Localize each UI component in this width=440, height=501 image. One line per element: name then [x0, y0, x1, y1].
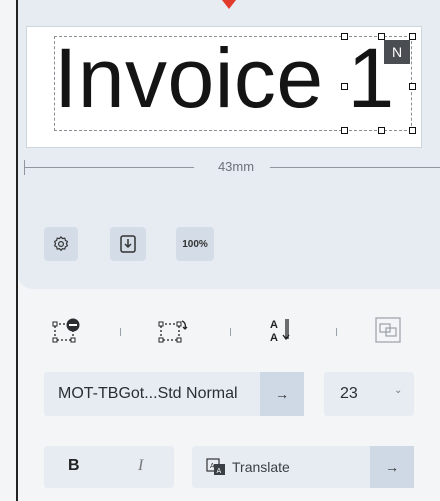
- font-size-select[interactable]: 23 ⌄: [324, 372, 414, 416]
- transform-toolbar: A A: [40, 312, 440, 352]
- delete-frame-button[interactable]: [52, 312, 82, 348]
- zoom-button[interactable]: 100%: [176, 227, 214, 261]
- translate-control[interactable]: A A Translate →: [192, 446, 414, 488]
- resize-handle[interactable]: [341, 33, 348, 40]
- font-family-select[interactable]: MOT-TBGot...Std Normal →: [44, 372, 304, 416]
- rotate-frame-icon: [158, 320, 188, 343]
- translate-icon: A A: [206, 458, 225, 475]
- resize-handle[interactable]: [378, 127, 385, 134]
- toolbar-separator: [230, 328, 231, 336]
- font-name: MOT-TBGot...Std Normal: [58, 385, 238, 402]
- svg-text:A: A: [270, 319, 278, 331]
- font-size-value: 23: [340, 385, 358, 402]
- settings-icon: [53, 235, 69, 252]
- bold-button[interactable]: B: [68, 457, 80, 475]
- translate-label: Translate: [232, 459, 290, 475]
- toolbar-separator: [120, 328, 121, 336]
- width-dimension: 43mm: [24, 157, 440, 179]
- settings-button[interactable]: [44, 227, 78, 261]
- label-text[interactable]: Invoice 1: [54, 28, 395, 128]
- layers-icon: [375, 317, 401, 343]
- layers-button[interactable]: [374, 312, 402, 348]
- resize-handle[interactable]: [341, 127, 348, 134]
- italic-button[interactable]: I: [138, 457, 143, 475]
- svg-text:A: A: [217, 468, 222, 475]
- chevron-down-icon: ⌄: [394, 385, 403, 396]
- text-direction-icon: A A: [270, 319, 290, 344]
- resize-handle[interactable]: [341, 83, 348, 90]
- delete-frame-icon: [52, 318, 80, 343]
- resize-handle[interactable]: [378, 33, 385, 40]
- resize-handle[interactable]: [409, 83, 416, 90]
- toolbar-separator: [336, 328, 337, 336]
- dimension-line: [24, 167, 194, 168]
- text-direction-button[interactable]: A A: [268, 312, 296, 348]
- font-apply-button[interactable]: →: [260, 372, 304, 416]
- resize-handle[interactable]: [409, 33, 416, 40]
- text-style-group: B I: [44, 446, 174, 488]
- n-badge: N: [384, 40, 410, 64]
- translate-apply-button[interactable]: →: [370, 446, 414, 488]
- svg-text:A: A: [270, 332, 278, 344]
- download-icon: [120, 235, 136, 253]
- dimension-line: [270, 167, 440, 168]
- resize-handle[interactable]: [409, 127, 416, 134]
- rotate-frame-button[interactable]: [158, 312, 188, 348]
- download-button[interactable]: [110, 227, 146, 261]
- position-marker: [222, 0, 236, 9]
- dimension-label: 43mm: [217, 159, 255, 174]
